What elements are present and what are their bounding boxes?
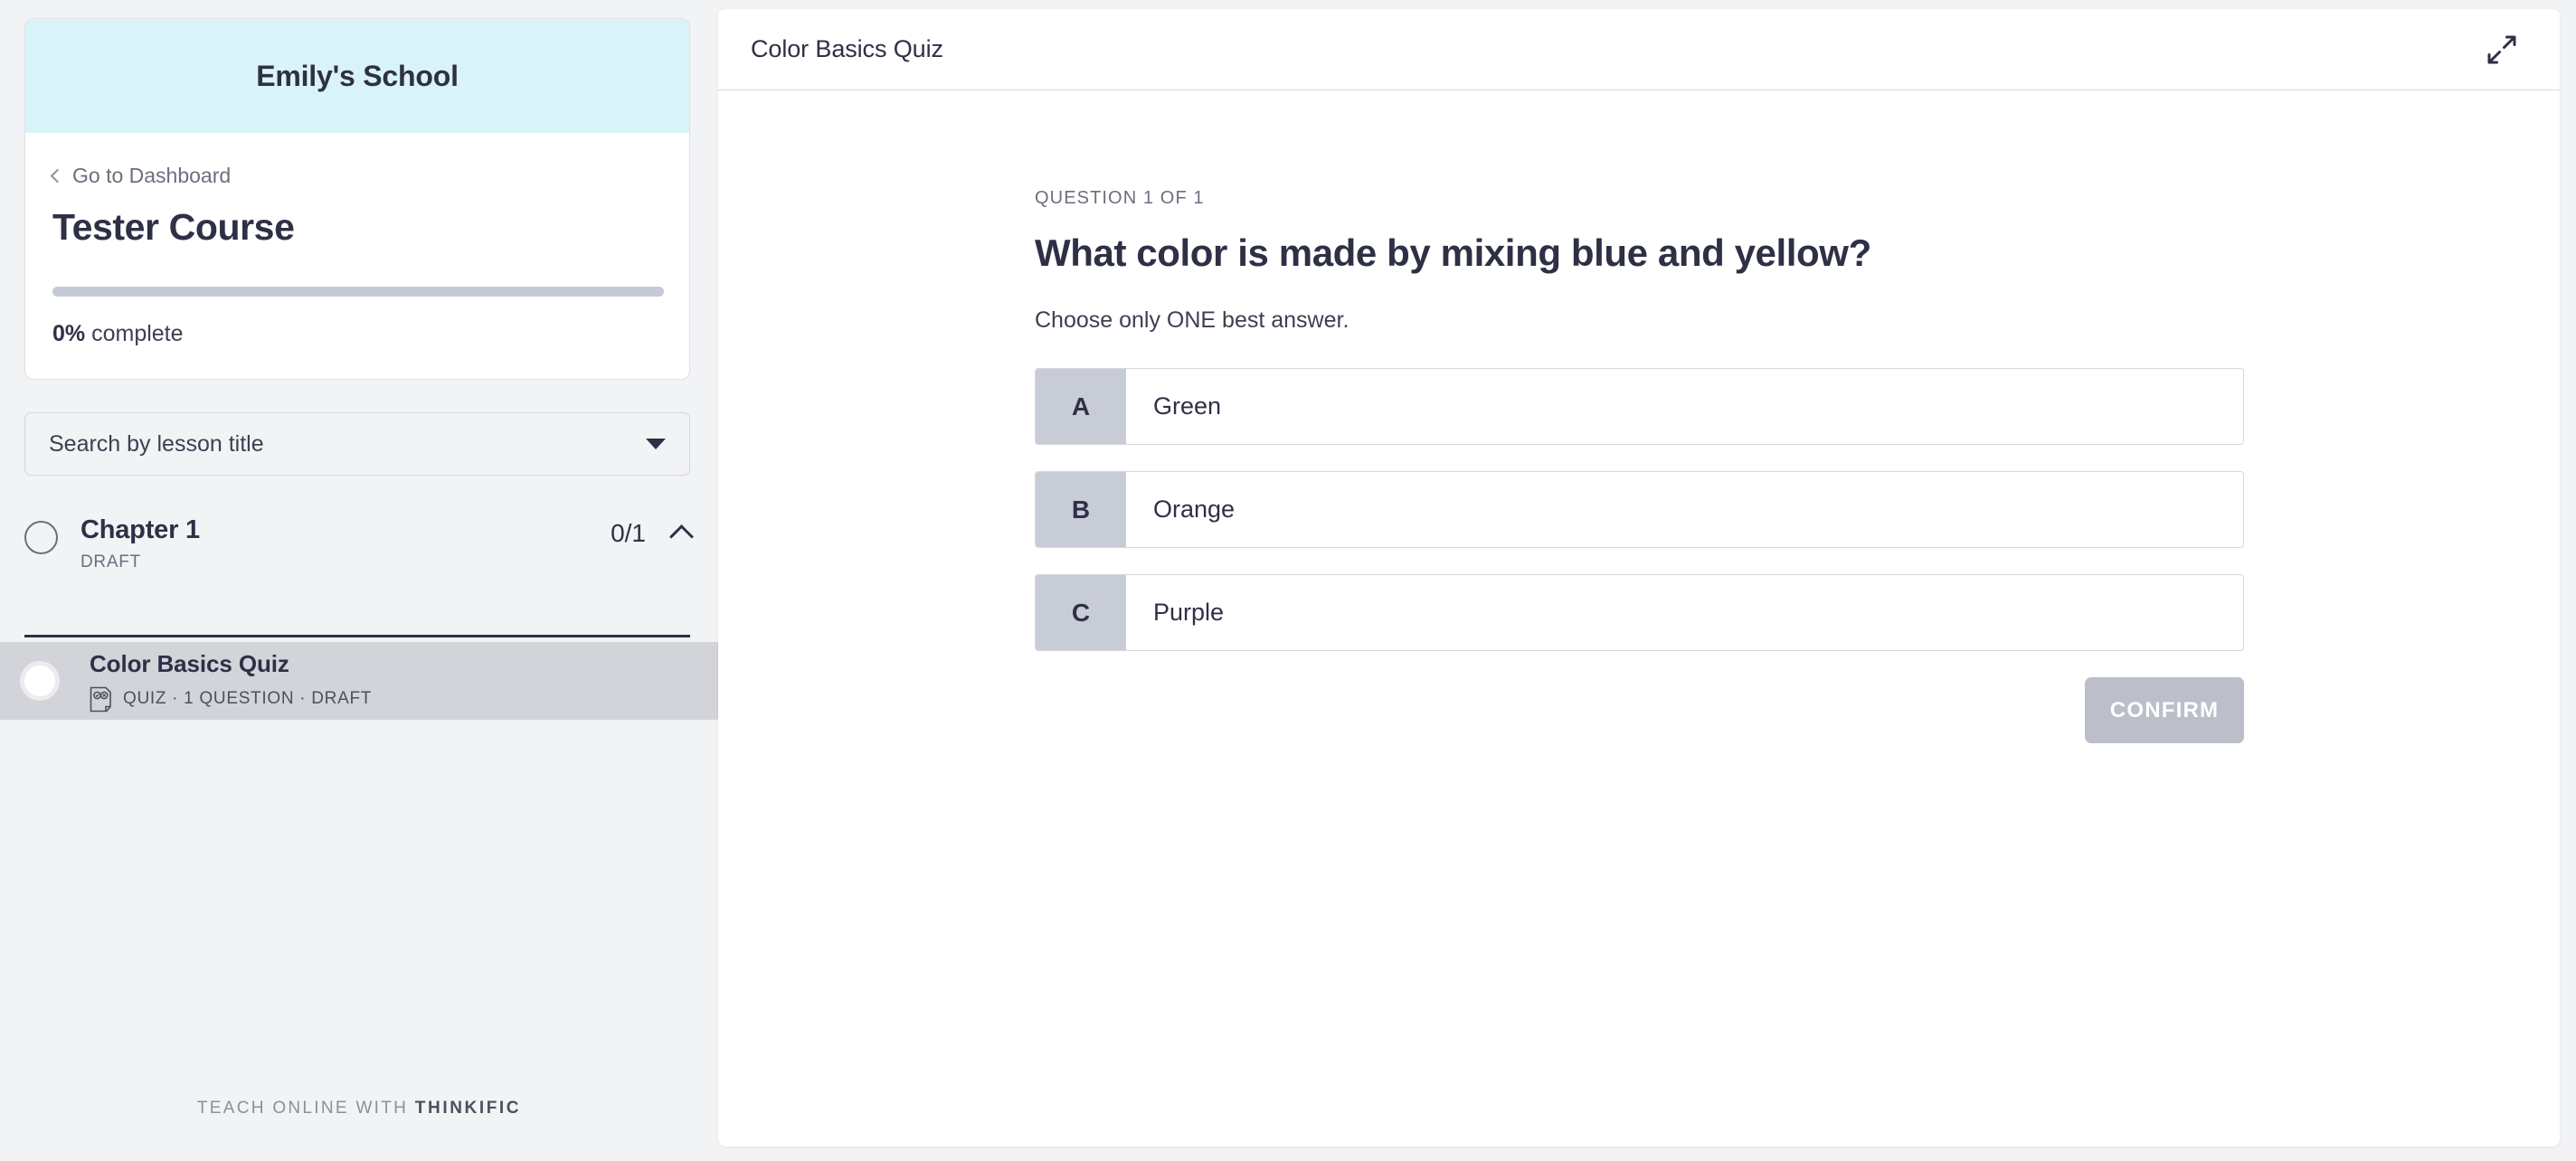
answer-letter: A xyxy=(1036,369,1126,444)
course-progress-label: 0% complete xyxy=(52,321,662,347)
school-name: Emily's School xyxy=(256,59,459,92)
progress-percent-value: 0% xyxy=(52,321,86,346)
chapter-header[interactable]: Chapter 1 DRAFT 0/1 xyxy=(24,515,694,572)
sidebar-item-color-basics-quiz[interactable]: Color Basics Quiz QUIZ · 1 QUESTION · DR… xyxy=(0,642,718,720)
sidebar-footer: TEACH ONLINE WITH THINKIFIC xyxy=(0,1099,718,1119)
lesson-meta-label: QUIZ · 1 QUESTION · DRAFT xyxy=(123,689,373,708)
chevron-up-icon[interactable] xyxy=(669,524,694,549)
confirm-row: CONFIRM xyxy=(1035,677,2244,743)
chevron-left-icon xyxy=(50,168,65,183)
chapter-divider xyxy=(24,635,690,637)
course-sidebar: Emily's School Go to Dashboard Tester Co… xyxy=(0,0,718,1161)
answer-letter: C xyxy=(1036,575,1126,650)
answer-label: Purple xyxy=(1153,599,1225,626)
school-banner: Emily's School xyxy=(25,19,689,133)
answer-option-a[interactable]: A Green xyxy=(1035,368,2244,445)
confirm-button[interactable]: CONFIRM xyxy=(2085,677,2244,743)
go-to-dashboard-link[interactable]: Go to Dashboard xyxy=(50,164,662,187)
page-title: Color Basics Quiz xyxy=(751,35,943,62)
quiz-body: QUESTION 1 OF 1 What color is made by mi… xyxy=(718,90,2560,743)
chapter-title: Chapter 1 xyxy=(80,515,200,544)
search-input[interactable]: Search by lesson title xyxy=(49,431,646,458)
panel-header: Color Basics Quiz xyxy=(718,9,2560,90)
lesson-meta: QUIZ · 1 QUESTION · DRAFT xyxy=(90,686,372,713)
expand-icon xyxy=(2487,35,2516,63)
answer-option-b[interactable]: B Orange xyxy=(1035,471,2244,548)
question-index-label: QUESTION 1 OF 1 xyxy=(1035,188,1205,208)
question-text: What color is made by mixing blue and ye… xyxy=(1035,231,1871,274)
expand-button[interactable] xyxy=(2478,26,2525,73)
go-to-dashboard-label: Go to Dashboard xyxy=(72,164,232,187)
course-title: Tester Course xyxy=(52,206,295,248)
course-card: Emily's School Go to Dashboard Tester Co… xyxy=(24,18,690,380)
chapter-lesson-count: 0/1 xyxy=(611,519,646,547)
lesson-content-panel: Color Basics Quiz QUESTION 1 OF 1 What c… xyxy=(718,9,2560,1147)
chevron-down-icon[interactable] xyxy=(646,439,666,449)
lesson-title: Color Basics Quiz xyxy=(90,649,289,677)
course-card-body: Go to Dashboard Tester Course 0% complet… xyxy=(25,133,689,347)
answer-letter: B xyxy=(1036,472,1126,547)
search-lesson-dropdown[interactable]: Search by lesson title xyxy=(24,412,690,476)
chapter-status-badge: DRAFT xyxy=(80,552,141,571)
thinkific-brand-label: THINKIFIC xyxy=(414,1099,522,1118)
quiz-icon xyxy=(90,686,111,712)
lesson-status-dot-icon xyxy=(24,665,55,696)
progress-complete-word: complete xyxy=(91,321,184,346)
footer-prefix: TEACH ONLINE WITH xyxy=(196,1099,409,1118)
course-progress-bar xyxy=(52,287,664,297)
chapter-info: Chapter 1 DRAFT xyxy=(80,515,611,572)
chapter-status-circle-icon xyxy=(24,521,58,554)
lesson-info: Color Basics Quiz QUIZ · 1 QUESTION · DR… xyxy=(90,650,372,713)
question-hint: Choose only ONE best answer. xyxy=(1035,307,1350,333)
answer-options-list: A Green B Orange C Purple xyxy=(1035,368,2244,651)
answer-label: Orange xyxy=(1153,496,1236,523)
quiz-player-page: Emily's School Go to Dashboard Tester Co… xyxy=(0,0,2576,1161)
answer-label: Green xyxy=(1153,392,1222,420)
answer-option-c[interactable]: C Purple xyxy=(1035,574,2244,651)
